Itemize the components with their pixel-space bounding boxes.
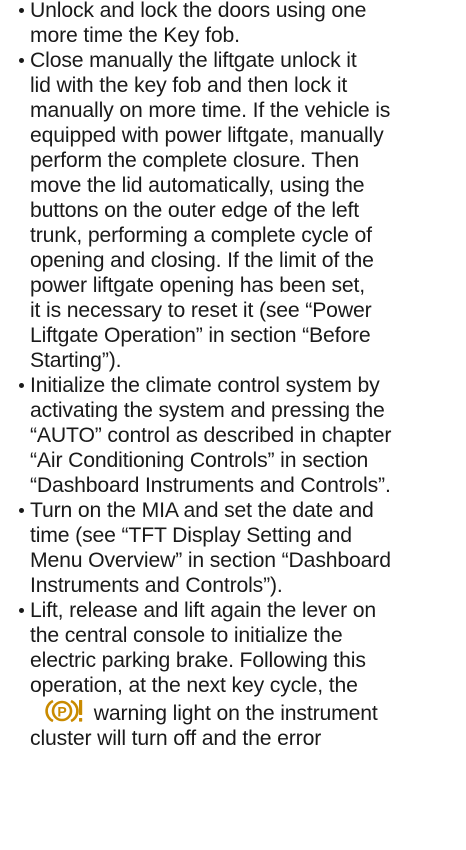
text-line: equipped with power liftgate, manually — [30, 124, 384, 147]
text-line: it is necessary to reset it (see “Power — [30, 299, 372, 322]
text-line: cluster will turn off and the error — [30, 727, 322, 750]
parking-brake-warning-icon: P — [44, 698, 86, 724]
svg-text:P: P — [57, 704, 66, 720]
text-line: Close manually the liftgate unlock it — [30, 49, 357, 72]
text-line: Liftgate Operation” in section “Before — [30, 324, 371, 347]
text-line: the central console to initialize the — [30, 624, 343, 647]
text-line: electric parking brake. Following this — [30, 649, 366, 672]
text-line: lid with the key fob and then lock it — [30, 74, 348, 97]
text-line: trunk, performing a complete cycle of — [30, 224, 372, 247]
text-line: activating the system and pressing the — [30, 399, 385, 422]
list-item: Turn on the MIA and set the date and tim… — [0, 498, 466, 598]
text-line: Menu Overview” in section “Dashboard — [30, 549, 391, 572]
list-item: Close manually the liftgate unlock it li… — [0, 48, 466, 373]
document-page: Unlock and lock the doors using one more… — [0, 0, 466, 751]
text-line-tail: warning light on the instrument — [93, 702, 378, 725]
instruction-list: Unlock and lock the doors using one more… — [0, 0, 466, 751]
text-line: time (see “TFT Display Setting and — [30, 524, 352, 547]
text-line: power liftgate opening has been set, — [30, 274, 366, 297]
text-line-with-icon: P warning light on the instrument — [30, 698, 462, 726]
text-line: manually on more time. If the vehicle is — [30, 99, 391, 122]
text-line: Starting”). — [30, 349, 122, 372]
text-line: buttons on the outer edge of the left — [30, 199, 359, 222]
list-item: Lift, release and lift again the lever o… — [0, 598, 466, 751]
text-line: Lift, release and lift again the lever o… — [30, 599, 377, 622]
list-item: Unlock and lock the doors using one more… — [0, 0, 466, 48]
text-line: perform the complete closure. Then — [30, 149, 359, 172]
text-line: more time the Key fob. — [30, 24, 240, 47]
text-line: “Dashboard Instruments and Controls”. — [30, 474, 391, 497]
text-line: Unlock and lock the doors using one — [30, 0, 367, 22]
list-item: Initialize the climate control system by… — [0, 373, 466, 498]
text-line: move the lid automatically, using the — [30, 174, 365, 197]
text-line: Instruments and Controls”). — [30, 574, 283, 597]
text-line: Turn on the MIA and set the date and — [30, 499, 374, 522]
text-line: operation, at the next key cycle, the — [30, 674, 358, 697]
text-line: opening and closing. If the limit of the — [30, 249, 374, 272]
text-line: Initialize the climate control system by — [30, 374, 380, 397]
text-line: “AUTO” control as described in chapter — [30, 424, 392, 447]
text-line: “Air Conditioning Controls” in section — [30, 449, 369, 472]
